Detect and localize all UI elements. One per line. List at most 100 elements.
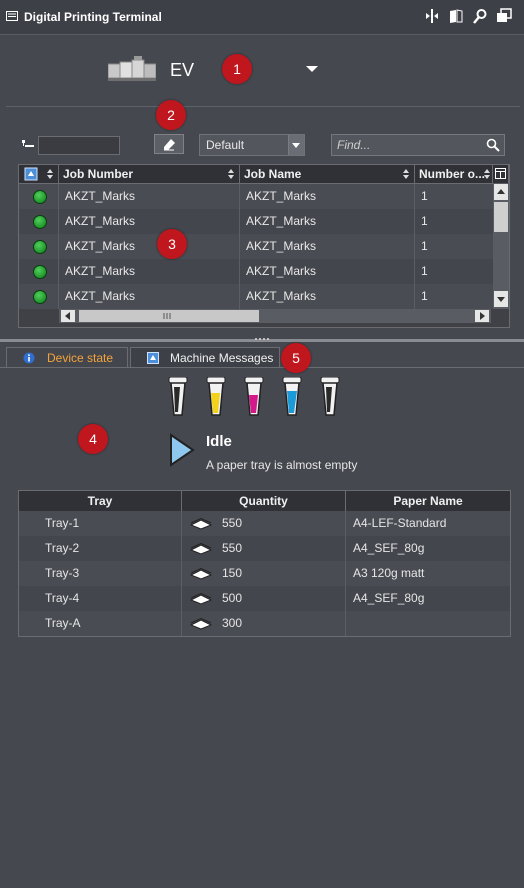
jobs-table-header: Job Number Job Name Number o... bbox=[19, 165, 509, 184]
play-icon bbox=[170, 433, 195, 467]
toner-magenta-icon bbox=[244, 377, 264, 416]
number-cell: 1 bbox=[421, 289, 428, 303]
quantity-value: 550 bbox=[222, 541, 243, 555]
search-field[interactable]: Find... bbox=[331, 134, 505, 156]
status-ok-icon bbox=[33, 290, 47, 304]
table-row[interactable]: Tray-2 550 A4_SEF_80g bbox=[19, 536, 510, 561]
vertical-scrollbar[interactable] bbox=[493, 183, 509, 309]
split-view-icon[interactable] bbox=[424, 8, 440, 24]
sort-icon bbox=[47, 169, 53, 179]
number-cell: 1 bbox=[421, 189, 428, 203]
printer-name: EV bbox=[170, 60, 195, 80]
sort-icon bbox=[403, 169, 409, 179]
paper-stack-icon bbox=[190, 543, 212, 555]
column-chooser[interactable] bbox=[493, 165, 509, 183]
status-column-header[interactable] bbox=[19, 165, 59, 183]
paper-name-cell: A4-LEF-Standard bbox=[353, 516, 447, 530]
quantity-cell: 550 bbox=[182, 536, 346, 561]
tab-device-state[interactable]: Device state bbox=[6, 347, 128, 367]
status-cell bbox=[19, 234, 59, 259]
title-bar: Digital Printing Terminal bbox=[0, 0, 524, 35]
job-number-cell: AKZT_Marks bbox=[59, 259, 240, 284]
app-title: Digital Printing Terminal bbox=[24, 10, 162, 24]
arrow-up-icon bbox=[497, 189, 505, 194]
book-icon[interactable] bbox=[448, 8, 464, 24]
table-row[interactable]: AKZT_Marks AKZT_Marks 1 bbox=[19, 184, 493, 209]
job-number-cell: AKZT_Marks bbox=[59, 184, 240, 209]
eraser-icon bbox=[164, 139, 175, 151]
toner-yellow-icon bbox=[206, 377, 226, 416]
table-row[interactable]: AKZT_Marks AKZT_Marks 1 bbox=[19, 259, 493, 284]
callout-badge-2: 2 bbox=[156, 100, 186, 130]
window-icon[interactable] bbox=[496, 8, 512, 24]
sort-icon bbox=[228, 169, 234, 179]
paper-name-cell: A4_SEF_80g bbox=[353, 591, 425, 605]
message-icon bbox=[147, 352, 159, 364]
quantity-cell: 150 bbox=[182, 561, 346, 586]
search-icon[interactable] bbox=[486, 138, 500, 152]
quantity-cell: 550 bbox=[182, 511, 346, 536]
job-number-column-header[interactable]: Job Number bbox=[59, 165, 240, 183]
tab-device-state-label: Device state bbox=[47, 351, 114, 365]
table-row[interactable]: Tray-A 300 bbox=[19, 611, 510, 636]
paper-name-column-header[interactable]: Paper Name bbox=[346, 491, 510, 511]
jobs-table: Job Number Job Name Number o... AKZT_Mar… bbox=[18, 164, 510, 328]
job-number-cell: AKZT_Marks bbox=[59, 234, 240, 259]
arrow-down-icon bbox=[497, 297, 505, 302]
callout-badge-3: 3 bbox=[157, 229, 187, 259]
scroll-up-button[interactable] bbox=[494, 184, 508, 200]
job-number-header-label: Job Number bbox=[63, 167, 134, 181]
scroll-left-button[interactable] bbox=[61, 310, 75, 322]
table-row[interactable]: AKZT_Marks AKZT_Marks 1 bbox=[19, 209, 493, 234]
grip-icon bbox=[163, 313, 171, 319]
table-row[interactable]: Tray-4 500 A4_SEF_80g bbox=[19, 586, 510, 611]
paper-stack-icon bbox=[190, 593, 212, 605]
job-type-icon bbox=[24, 167, 38, 181]
toner-black-2-icon bbox=[320, 377, 340, 416]
vertical-scroll-thumb[interactable] bbox=[494, 202, 508, 232]
callout-badge-4: 4 bbox=[78, 424, 108, 454]
filter-button[interactable] bbox=[154, 134, 184, 154]
quantity-value: 300 bbox=[222, 616, 243, 630]
status-ok-icon bbox=[33, 190, 47, 204]
tray-cell: Tray-4 bbox=[19, 586, 182, 611]
number-cell: 1 bbox=[421, 214, 428, 228]
table-row[interactable]: Tray-1 550 A4-LEF-Standard bbox=[19, 511, 510, 536]
printer-icon bbox=[108, 56, 156, 81]
tray-column-header[interactable]: Tray bbox=[19, 491, 182, 511]
chevron-down-icon[interactable] bbox=[288, 135, 304, 155]
callout-badge-1: 1 bbox=[222, 54, 252, 84]
horizontal-scroll-thumb[interactable] bbox=[79, 310, 259, 322]
quantity-value: 550 bbox=[222, 516, 243, 530]
scroll-down-button[interactable] bbox=[494, 291, 508, 307]
tab-machine-messages[interactable]: Machine Messages bbox=[130, 347, 280, 367]
paper-stack-icon bbox=[190, 518, 212, 530]
number-column-header[interactable]: Number o... bbox=[415, 165, 493, 183]
table-row[interactable]: AKZT_Marks AKZT_Marks 1 bbox=[19, 234, 493, 259]
paper-name-cell: A4_SEF_80g bbox=[353, 541, 425, 555]
trays-table: Tray Quantity Paper Name Tray-1 550 A4-L… bbox=[18, 490, 511, 637]
job-name-header-label: Job Name bbox=[244, 167, 302, 181]
search-icon[interactable] bbox=[472, 8, 488, 24]
status-cell bbox=[19, 259, 59, 284]
toner-cyan-icon bbox=[282, 377, 302, 416]
status-cell bbox=[19, 184, 59, 209]
filter-input[interactable] bbox=[38, 136, 120, 155]
filter-select[interactable]: Default bbox=[199, 134, 305, 156]
paper-stack-icon bbox=[190, 568, 212, 580]
tray-cell: Tray-1 bbox=[19, 511, 182, 536]
status-ok-icon bbox=[33, 240, 47, 254]
device-state-title: Idle bbox=[206, 433, 232, 450]
printer-dropdown-arrow-icon[interactable] bbox=[306, 66, 318, 72]
scroll-right-button[interactable] bbox=[475, 310, 489, 322]
horizontal-scrollbar[interactable] bbox=[59, 309, 491, 323]
table-row[interactable]: AKZT_Marks AKZT_Marks 1 bbox=[19, 284, 493, 309]
job-name-cell: AKZT_Marks bbox=[240, 234, 415, 259]
table-row[interactable]: Tray-3 150 A3 120g matt bbox=[19, 561, 510, 586]
job-name-column-header[interactable]: Job Name bbox=[240, 165, 415, 183]
quantity-column-header[interactable]: Quantity bbox=[182, 491, 346, 511]
number-header-label: Number o... bbox=[419, 167, 486, 181]
number-cell: 1 bbox=[421, 264, 428, 278]
divider bbox=[6, 106, 520, 107]
splitter[interactable] bbox=[0, 338, 524, 342]
